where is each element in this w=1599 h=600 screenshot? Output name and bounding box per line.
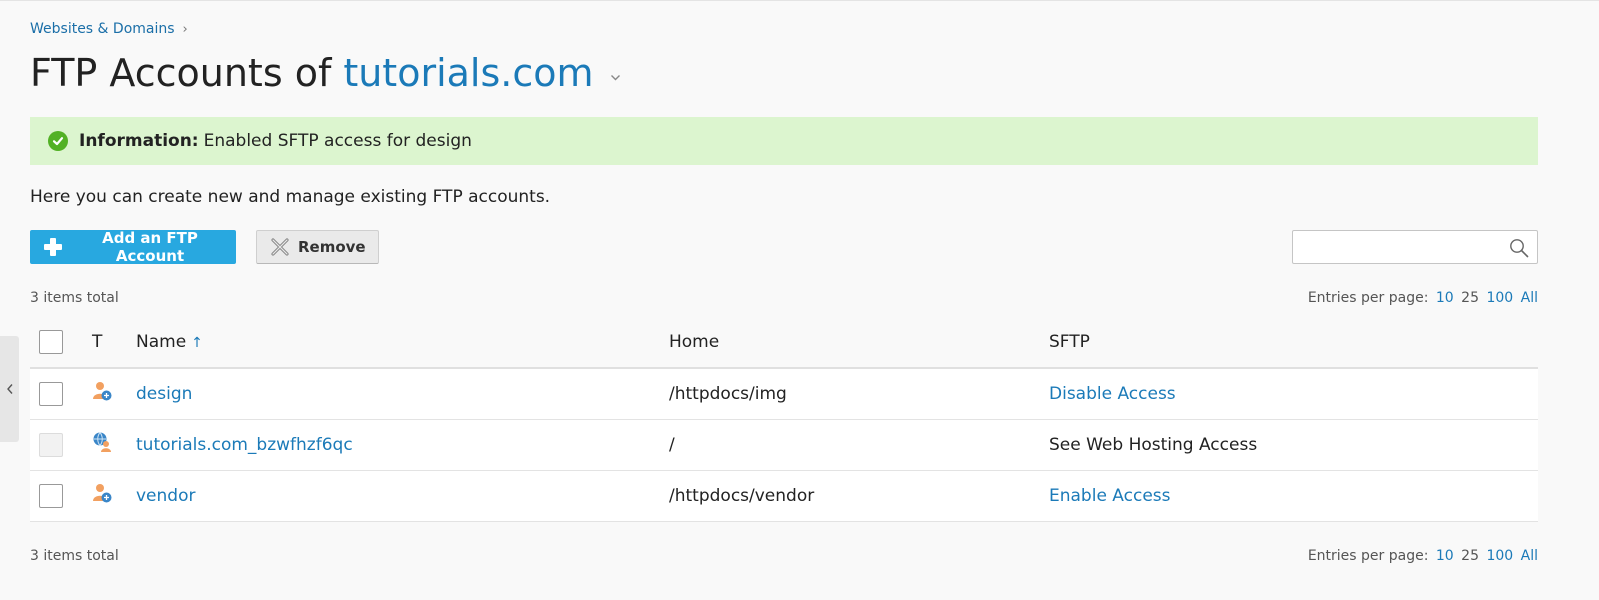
info-message-text: Enabled SFTP access for design [203, 131, 472, 151]
breadcrumb: Websites & Domains › [30, 21, 188, 37]
chevron-right-icon: › [182, 21, 188, 37]
table-row: vendor /httpdocs/vendor Enable Access [30, 470, 1538, 521]
items-total-top: 3 items total [30, 290, 119, 306]
row-sftp-cell: Disable Access [1049, 368, 1538, 419]
entries-per-page-label: Entries per page: [1307, 548, 1429, 564]
row-name-cell: design [136, 368, 669, 419]
page-description: Here you can create new and manage exist… [30, 187, 551, 207]
per-page-all[interactable]: All [1521, 290, 1538, 306]
account-name-link[interactable]: vendor [136, 486, 195, 506]
sort-ascending-icon: ↑ [191, 335, 203, 351]
entries-per-page-bottom: Entries per page: 10 25 100 All [1308, 548, 1538, 564]
row-type-cell [92, 419, 136, 470]
row-home-cell: /httpdocs/vendor [669, 485, 815, 506]
select-all-cell [30, 317, 92, 368]
ftp-user-icon [93, 382, 112, 401]
column-name-label: Name [136, 332, 187, 352]
per-page-10[interactable]: 10 [1436, 548, 1454, 564]
info-message: Information: Enabled SFTP access for des… [30, 117, 1538, 165]
web-user-icon [93, 432, 111, 452]
row-sftp-cell: Enable Access [1049, 470, 1538, 521]
select-all-checkbox[interactable] [39, 330, 63, 354]
ftp-accounts-table: T Name ↑ Home SFTP design /httpdocs/img … [30, 317, 1538, 522]
search-icon[interactable] [1509, 238, 1529, 258]
page-title: FTP Accounts of tutorials.com [30, 51, 621, 95]
per-page-100[interactable]: 100 [1486, 548, 1513, 564]
row-checkbox-disabled [39, 432, 63, 457]
row-type-cell [92, 470, 136, 521]
breadcrumb-websites-domains[interactable]: Websites & Domains [30, 21, 175, 37]
table-row: design /httpdocs/img Disable Access [30, 368, 1538, 419]
chevron-down-icon[interactable] [610, 72, 621, 83]
domain-switcher[interactable]: tutorials.com [343, 51, 593, 95]
row-checkbox[interactable] [39, 381, 63, 406]
row-checkbox[interactable] [39, 483, 63, 508]
row-name-cell: vendor [136, 470, 669, 521]
remove-button[interactable]: Remove [256, 230, 379, 264]
sidebar-toggle[interactable] [0, 336, 19, 442]
per-page-all[interactable]: All [1521, 548, 1538, 564]
plus-icon [44, 238, 63, 256]
remove-label: Remove [298, 238, 366, 256]
sftp-enable-access-link[interactable]: Enable Access [1049, 486, 1171, 506]
account-name-link[interactable]: tutorials.com_bzwfhzf6qc [136, 435, 353, 455]
table-header-row: T Name ↑ Home SFTP [30, 317, 1538, 368]
per-page-100[interactable]: 100 [1486, 290, 1513, 306]
ftp-user-icon [93, 484, 112, 503]
column-sftp[interactable]: SFTP [1049, 317, 1538, 368]
column-home[interactable]: Home [669, 317, 1049, 368]
row-home-cell: / [669, 434, 675, 455]
entries-per-page-label: Entries per page: [1307, 290, 1429, 306]
per-page-25[interactable]: 25 [1461, 290, 1479, 306]
row-checkbox-cell [30, 470, 92, 521]
column-name[interactable]: Name ↑ [136, 317, 669, 368]
row-checkbox-cell [30, 368, 92, 419]
chevron-left-icon [6, 384, 13, 394]
row-home-cell: /httpdocs/img [669, 383, 787, 404]
row-name-cell: tutorials.com_bzwfhzf6qc [136, 419, 669, 470]
page-title-prefix: FTP Accounts of [30, 51, 332, 95]
row-type-cell [92, 368, 136, 419]
search-box [1292, 230, 1538, 264]
entries-per-page-top: Entries per page: 10 25 100 All [1308, 290, 1538, 306]
row-sftp-cell: See Web Hosting Access [1049, 434, 1258, 455]
items-total-bottom: 3 items total [30, 548, 119, 564]
add-ftp-account-label: Add an FTP Account [102, 229, 198, 265]
add-ftp-account-button[interactable]: Add an FTP Account [30, 229, 236, 265]
column-type[interactable]: T [92, 317, 136, 368]
row-checkbox-cell [30, 419, 92, 470]
table-row: tutorials.com_bzwfhzf6qc / See Web Hosti… [30, 419, 1538, 470]
account-name-link[interactable]: design [136, 384, 192, 404]
check-circle-icon [48, 131, 68, 151]
per-page-10[interactable]: 10 [1436, 290, 1454, 306]
info-message-label: Information: [79, 131, 199, 151]
search-input[interactable] [1293, 231, 1509, 261]
per-page-25[interactable]: 25 [1461, 548, 1479, 564]
sftp-disable-access-link[interactable]: Disable Access [1049, 384, 1176, 404]
remove-icon [271, 238, 289, 256]
